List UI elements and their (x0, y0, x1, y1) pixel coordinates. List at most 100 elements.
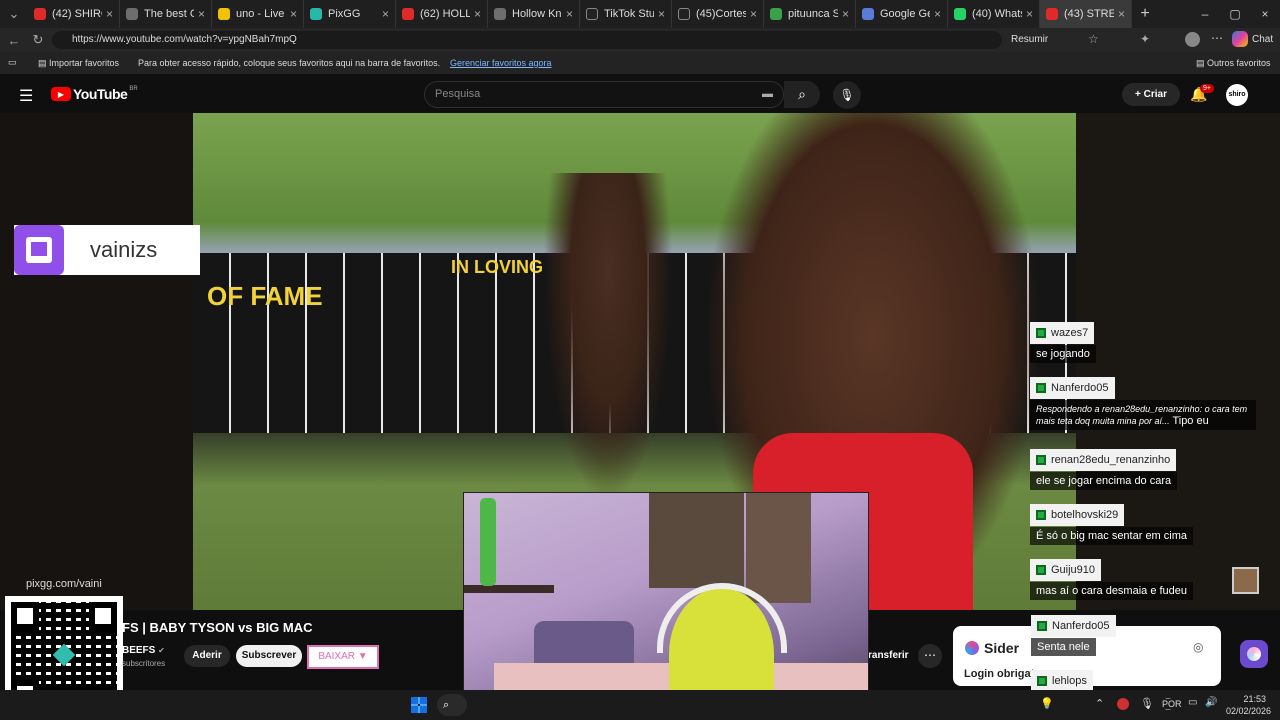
subscribe-button[interactable]: Subscrever (236, 645, 302, 667)
clock[interactable]: 21:53 02/02/2026 (1226, 693, 1271, 717)
copilot-chat-button[interactable]: Chat (1232, 31, 1273, 47)
close-icon[interactable]: × (750, 7, 757, 21)
network-icon[interactable]: ▭ (1188, 697, 1197, 708)
join-button[interactable]: Aderir (184, 645, 230, 667)
tab-favicon-icon (310, 8, 322, 20)
tablet-icon: ▭ (8, 57, 17, 67)
search-button[interactable]: ⌕ (784, 81, 820, 108)
keyboard-icon[interactable]: ▬ (762, 82, 773, 107)
favorite-star-icon[interactable]: ☆ (1088, 32, 1099, 46)
fence-text: OF FAME (207, 281, 323, 311)
transfer-button[interactable]: ransferir (868, 650, 909, 661)
mic-icon: 🎙 (839, 88, 855, 102)
chat-username: Guiju910 (1030, 559, 1102, 581)
left-overlay-area (0, 113, 193, 610)
close-icon[interactable]: × (1118, 7, 1125, 21)
chat-text: Respondendo a renan28edu_renanzinho: o c… (1030, 400, 1256, 430)
close-icon[interactable]: × (842, 7, 849, 21)
tray-app-icon[interactable] (1117, 698, 1129, 710)
sider-float-button[interactable] (1240, 640, 1268, 668)
browser-tab[interactable]: pituunca Strea× (764, 0, 856, 28)
chat-message: renan28edu_renanzinho ele se jogar encim… (1030, 449, 1178, 490)
resume-button[interactable]: Resumir (1011, 34, 1048, 45)
manage-favorites-link[interactable]: Gerenciar favoritos agora (450, 58, 552, 68)
window-close-icon[interactable]: × (1250, 7, 1280, 21)
settings-icon[interactable]: ◎ (1193, 640, 1203, 654)
menu-icon[interactable]: ⋯ (1211, 31, 1223, 45)
browser-tab-active[interactable]: (43) STREE× (1040, 0, 1132, 28)
search-input[interactable]: Pesquisa ▬ (424, 81, 784, 108)
tab-favicon-icon (494, 8, 506, 20)
tray-expand-icon[interactable]: ⌃ (1095, 697, 1104, 710)
browser-tab[interactable]: The best ChatB× (120, 0, 212, 28)
other-favorites-button[interactable]: ▤ Outros favoritos (1196, 58, 1271, 69)
mic-tray-icon[interactable]: 🎙 (1140, 697, 1154, 710)
webcam-overlay (463, 492, 869, 720)
reload-icon[interactable]: ↻ (26, 32, 50, 48)
close-icon[interactable]: × (198, 7, 205, 21)
tab-favicon-icon (954, 8, 966, 20)
close-icon[interactable]: × (658, 7, 665, 21)
browser-tab[interactable]: (42) SHIRO BA× (28, 0, 120, 28)
subscriber-count: subscritores (122, 659, 166, 668)
copilot-icon (1232, 31, 1248, 47)
voice-search-button[interactable]: 🎙 (833, 81, 861, 109)
channel-name[interactable]: BEEFS ✔ (122, 645, 165, 656)
chat-text: Senta nele (1031, 638, 1096, 656)
import-favorites-button[interactable]: ▤ Importar favoritos (38, 58, 119, 69)
close-icon[interactable]: × (566, 7, 573, 21)
tab-favicon-icon (1046, 8, 1058, 20)
browser-tab[interactable]: (40) WhatsApp× (948, 0, 1040, 28)
search-icon: ⌕ (798, 86, 806, 102)
chat-message: botelhovski29 É só o big mac sentar em c… (1030, 504, 1194, 545)
youtube-logo[interactable]: ▶ YouTube BR (51, 86, 138, 102)
chat-text: ele se jogar encima do cara (1030, 472, 1178, 490)
taskbar-search-box[interactable]: ⌕ (437, 694, 467, 716)
browser-tab-bar: ⌄ (42) SHIRO BA× The best ChatB× uno - L… (0, 0, 1280, 28)
folder-icon: ▤ (38, 58, 50, 68)
login-text: Login obrigat (964, 668, 1035, 680)
chat-message: Nanferdo05 Senta nele (1031, 615, 1116, 656)
browser-tab[interactable]: TikTok Studio× (580, 0, 672, 28)
browser-tab[interactable]: PixGG × (304, 0, 396, 28)
volume-icon[interactable]: 🔊 (1205, 697, 1217, 708)
twitch-overlay: vainizs (14, 225, 200, 275)
browser-tab[interactable]: (45)Cortes do S× (672, 0, 764, 28)
bookmarks-bar: ▭ ▤ Importar favoritos Para obter acesso… (0, 52, 1280, 74)
user-badge-icon (1036, 565, 1046, 575)
sider-logo-icon (965, 641, 979, 655)
chat-text: É só o big mac sentar em cima (1030, 527, 1194, 545)
hamburger-menu-icon[interactable]: ☰ (19, 86, 33, 106)
user-badge-icon (1036, 455, 1046, 465)
close-icon[interactable]: × (290, 7, 297, 21)
close-icon[interactable]: × (1026, 7, 1033, 21)
download-button[interactable]: BAIXAR ▼ (307, 645, 379, 669)
new-tab-icon[interactable]: + (1132, 5, 1158, 23)
close-icon[interactable]: × (474, 7, 481, 21)
chat-message: Nanferdo05 Respondendo a renan28edu_rena… (1030, 377, 1256, 430)
chat-username: lehlops (1031, 670, 1093, 692)
close-icon[interactable]: × (106, 7, 113, 21)
profile-avatar[interactable] (1185, 32, 1200, 47)
browser-tab[interactable]: (62) HOLLOW K× (396, 0, 488, 28)
close-icon[interactable]: × (934, 7, 941, 21)
browser-tab[interactable]: uno - Live over× (212, 0, 304, 28)
url-field[interactable]: https://www.youtube.com/watch?v=ypgNBah7… (52, 31, 1002, 49)
dropdown-arrow-icon: ▼ (357, 651, 368, 662)
windows-start-icon[interactable] (411, 697, 427, 713)
language-indicator[interactable]: POR (1160, 699, 1184, 709)
create-button[interactable]: + Criar (1122, 83, 1180, 106)
more-options-icon[interactable]: ⋯ (918, 644, 942, 668)
back-icon[interactable]: ← (2, 33, 26, 48)
close-icon[interactable]: × (382, 7, 389, 21)
chat-text: se jogando (1030, 345, 1096, 363)
browser-tab[interactable]: Google Gemini× (856, 0, 948, 28)
extensions-icon[interactable]: ✦ (1140, 32, 1150, 46)
account-avatar[interactable]: shiro (1226, 84, 1248, 106)
maximize-icon[interactable]: ▢ (1220, 7, 1250, 21)
tips-icon[interactable]: 💡 (1040, 697, 1054, 710)
tab-list-icon[interactable]: ⌄ (0, 6, 28, 22)
chat-message: wazes7 se jogando (1030, 322, 1096, 363)
browser-tab[interactable]: Hollow Knight:× (488, 0, 580, 28)
minimize-icon[interactable]: – (1190, 7, 1220, 21)
